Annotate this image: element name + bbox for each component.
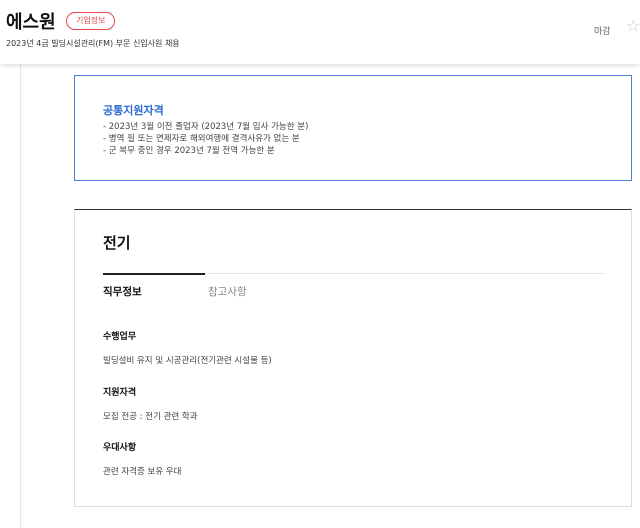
section-text-requirements: 모집 전공 : 전기 관련 학과 <box>103 412 198 422</box>
job-posting-header: 에스원 기업정보 2023년 4급 빌딩시설관리(FM) 부문 신입사원 채용 … <box>0 0 640 64</box>
section-heading-duties: 수행업무 <box>103 332 137 342</box>
tab-job-info[interactable]: 직무정보 <box>103 284 142 299</box>
qualification-item: - 병역 필 또는 면제자로 해외여행에 결격사유가 없는 분 <box>103 134 300 144</box>
job-tabs: 직무정보 참고사항 <box>103 273 605 302</box>
company-name[interactable]: 에스원 <box>6 8 56 34</box>
posting-title: 2023년 4급 빌딩시설관리(FM) 부문 신입사원 채용 <box>6 39 180 48</box>
company-info-badge[interactable]: 기업정보 <box>66 12 116 30</box>
job-title: 전기 <box>103 234 131 252</box>
qualification-item: - 군 복무 중인 경우 2023년 7월 전역 가능한 분 <box>103 146 275 156</box>
left-divider <box>20 64 21 528</box>
star-icon[interactable]: ☆ <box>626 18 640 34</box>
section-heading-requirements: 지원자격 <box>103 388 137 398</box>
section-heading-preferred: 우대사항 <box>103 443 137 453</box>
qualification-title: 공통지원자격 <box>103 104 164 117</box>
section-text-preferred: 관련 자격증 보유 우대 <box>103 467 182 477</box>
deadline-status: 마감 <box>594 27 611 37</box>
tab-notes[interactable]: 참고사항 <box>208 284 247 299</box>
job-detail-box: 전기 직무정보 참고사항 수행업무 빌딩설비 유지 및 시공관리(전기관련 시설… <box>74 209 632 507</box>
common-qualification-box: 공통지원자격 - 2023년 3월 이전 졸업자 (2023년 7월 입사 가능… <box>74 75 632 181</box>
active-tab-indicator <box>103 273 205 275</box>
qualification-item: - 2023년 3월 이전 졸업자 (2023년 7월 입사 가능한 분) <box>103 122 309 132</box>
section-text-duties: 빌딩설비 유지 및 시공관리(전기관련 시설물 등) <box>103 356 272 366</box>
qualification-list: - 2023년 3월 이전 졸업자 (2023년 7월 입사 가능한 분) - … <box>103 121 308 157</box>
